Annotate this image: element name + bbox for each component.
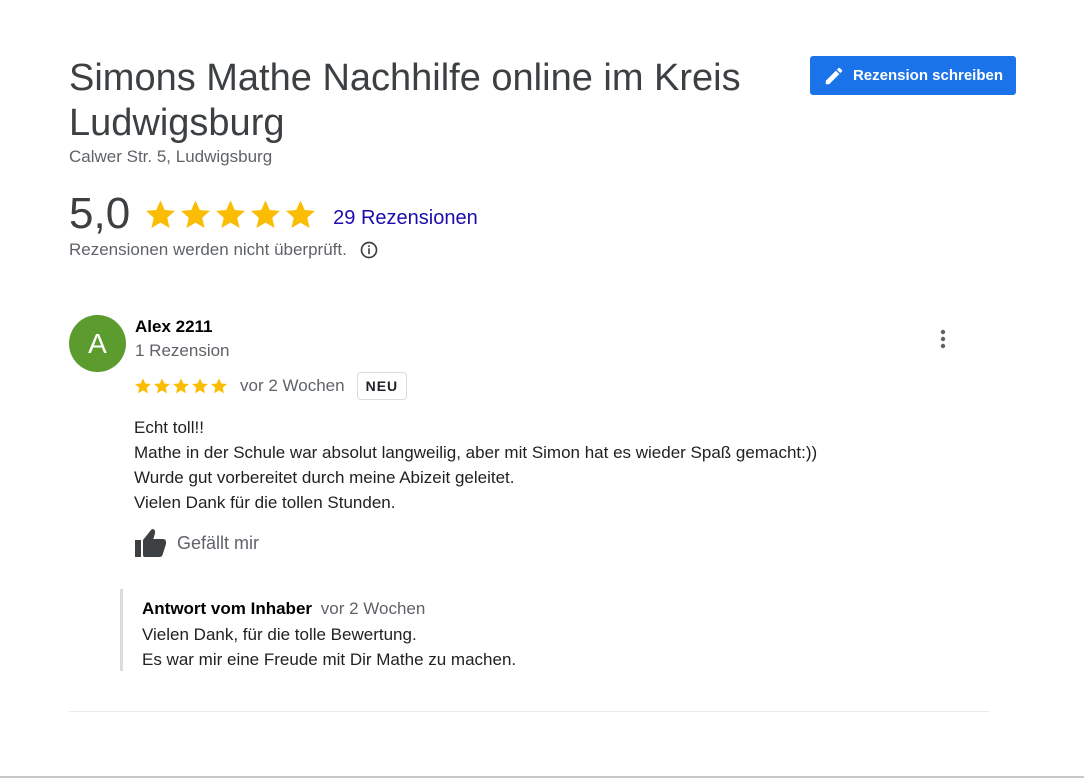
review-page: Simons Mathe Nachhilfe online im Kreis L… [0, 0, 1084, 778]
review-text-line: Vielen Dank für die tollen Stunden. [134, 493, 396, 512]
disclaimer-text: Rezensionen werden nicht überprüft. [69, 240, 347, 259]
owner-reply-header: Antwort vom Inhaber vor 2 Wochen [142, 599, 920, 619]
owner-reply-text: Vielen Dank, für die tolle Bewertung. Es… [142, 622, 920, 672]
reviewer-review-count: 1 Rezension [135, 341, 230, 360]
review-text-line: Mathe in der Schule war absolut langweil… [134, 443, 818, 462]
like-button[interactable]: Gefällt mir [134, 528, 259, 558]
reviews-count-link[interactable]: 29 Rezensionen [333, 207, 478, 230]
more-vert-icon [940, 329, 946, 349]
page-title: Simons Mathe Nachhilfe online im Kreis L… [69, 57, 741, 144]
write-review-button[interactable]: Rezension schreiben [810, 56, 1016, 95]
divider [69, 711, 989, 712]
rating-stars [144, 198, 317, 231]
new-badge: NEU [356, 372, 408, 400]
more-options-button[interactable] [930, 326, 956, 352]
star-icon [286, 199, 316, 228]
owner-reply-label: Antwort vom Inhaber [142, 599, 313, 618]
pencil-icon [825, 67, 843, 84]
review-meta: vor 2 Wochen NEU [134, 372, 408, 400]
review-stars [134, 377, 228, 395]
owner-reply: Antwort vom Inhaber vor 2 Wochen Vielen … [120, 589, 920, 671]
star-icon [211, 378, 227, 394]
business-address: Calwer Str. 5, Ludwigsburg [69, 147, 273, 166]
owner-reply-date: vor 2 Wochen [320, 599, 426, 618]
review-text: Echt toll!! Mathe in der Schule war abso… [134, 415, 954, 515]
review-date: vor 2 Wochen [240, 376, 345, 395]
star-icon [173, 378, 189, 394]
avatar[interactable]: A [69, 315, 126, 372]
star-icon [181, 199, 211, 228]
owner-reply-line: Vielen Dank, für die tolle Bewertung. [142, 625, 417, 644]
rating-summary: 5,0 29 Rezensionen [69, 188, 478, 240]
review-text-line: Echt toll!! [134, 418, 204, 437]
like-label: Gefällt mir [177, 532, 260, 553]
thumb-up-icon [135, 529, 166, 557]
review-disclaimer: Rezensionen werden nicht überprüft. [69, 240, 379, 260]
star-icon [154, 378, 170, 394]
rating-value: 5,0 [69, 189, 131, 238]
star-icon [216, 199, 246, 228]
star-icon [146, 199, 176, 228]
owner-reply-line: Es war mir eine Freude mit Dir Mathe zu … [142, 650, 517, 669]
star-icon [251, 199, 281, 228]
review-text-line: Wurde gut vorbereitet durch meine Abizei… [134, 468, 515, 487]
star-icon [135, 378, 151, 394]
star-icon [192, 378, 208, 394]
write-review-label: Rezension schreiben [852, 67, 1004, 84]
reviewer-name[interactable]: Alex 2211 [135, 317, 213, 337]
info-icon[interactable] [359, 240, 379, 260]
